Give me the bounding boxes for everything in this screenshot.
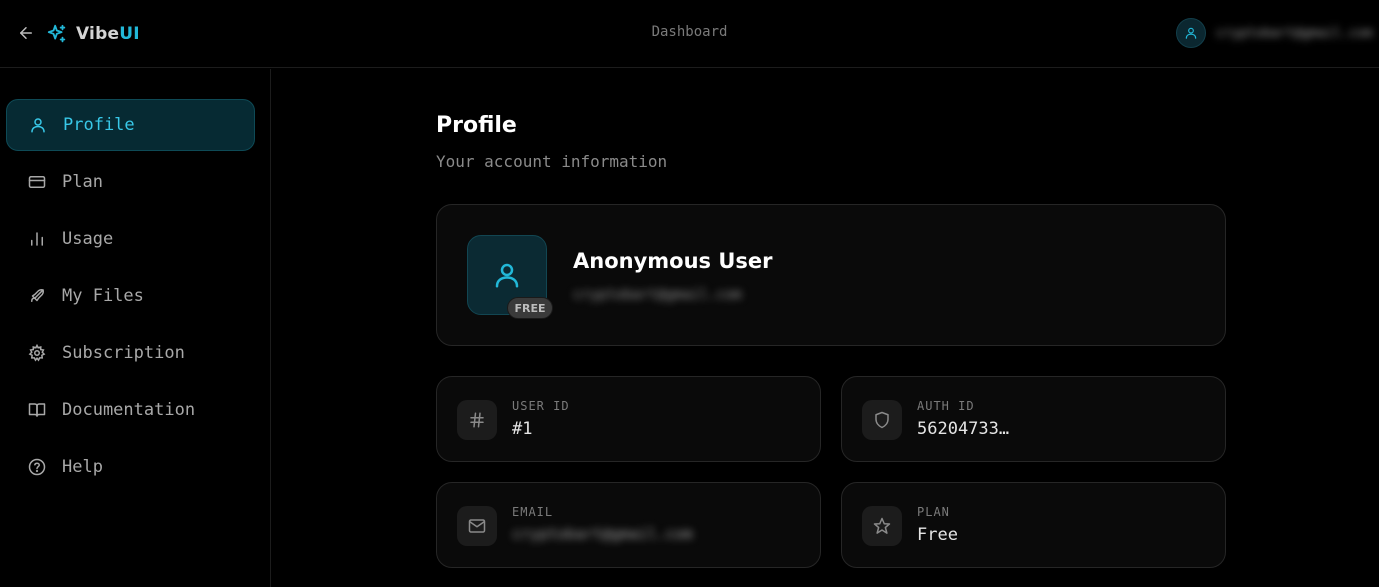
- info-label: EMAIL: [512, 505, 554, 519]
- bar-chart-icon: [28, 230, 46, 248]
- sidebar-item-label: Documentation: [62, 400, 196, 420]
- sidebar-item-label: Profile: [63, 115, 135, 135]
- sidebar-item-label: Usage: [62, 229, 114, 249]
- header-user-email: cryptobart@gmail.com: [1216, 25, 1373, 41]
- rocket-icon: [28, 287, 46, 305]
- info-label: PLAN: [917, 505, 950, 519]
- sidebar-item-help[interactable]: Help: [6, 441, 255, 493]
- user-icon: [29, 116, 47, 134]
- book-icon: [28, 401, 46, 419]
- sidebar-item-label: Plan: [62, 172, 103, 192]
- info-label: AUTH ID: [917, 399, 975, 413]
- email-card: EMAIL cryptobart@gmail.com: [436, 482, 821, 568]
- help-circle-icon: [28, 458, 46, 476]
- page-subtitle: Your account information: [436, 152, 668, 171]
- hash-icon: [457, 400, 497, 440]
- email-value: cryptobart@gmail.com: [512, 525, 693, 543]
- sidebar-item-label: Help: [62, 457, 103, 477]
- sidebar-item-label: My Files: [62, 286, 144, 306]
- info-label: USER ID: [512, 399, 570, 413]
- sidebar-item-profile[interactable]: Profile: [6, 99, 255, 151]
- page-title: Profile: [436, 113, 517, 138]
- user-icon: [495, 263, 519, 288]
- user-menu[interactable]: cryptobart@gmail.com: [1176, 18, 1373, 48]
- gear-icon: [28, 344, 46, 362]
- sidebar-item-usage[interactable]: Usage: [6, 213, 255, 265]
- sidebar-item-documentation[interactable]: Documentation: [6, 384, 255, 436]
- sidebar-item-label: Subscription: [62, 343, 185, 363]
- plan-value: Free: [917, 525, 958, 545]
- sidebar-item-my-files[interactable]: My Files: [6, 270, 255, 322]
- user-icon: [1185, 27, 1197, 39]
- user-name: Anonymous User: [573, 249, 773, 273]
- user-id-card: USER ID #1: [436, 376, 821, 462]
- top-bar: VibeUI Dashboard cryptobart@gmail.com: [0, 0, 1379, 68]
- auth-id-value: 56204733…: [917, 419, 1010, 439]
- sidebar-item-plan[interactable]: Plan: [6, 156, 255, 208]
- auth-id-card: AUTH ID 56204733…: [841, 376, 1226, 462]
- profile-card: FREE Anonymous User cryptobart@gmail.com: [436, 204, 1226, 346]
- header-title: Dashboard: [651, 24, 728, 40]
- star-icon: [862, 506, 902, 546]
- sidebar: Profile Plan Usage My Files Subscription…: [0, 69, 271, 587]
- plan-card: PLAN Free: [841, 482, 1226, 568]
- shield-icon: [862, 400, 902, 440]
- user-email: cryptobart@gmail.com: [573, 287, 742, 303]
- sidebar-item-subscription[interactable]: Subscription: [6, 327, 255, 379]
- main-content: Profile Your account information FREE An…: [272, 69, 1379, 587]
- avatar[interactable]: [1176, 18, 1206, 48]
- user-id-value: #1: [512, 419, 533, 439]
- credit-card-icon: [28, 173, 46, 191]
- plan-badge: FREE: [507, 297, 553, 319]
- mail-icon: [457, 506, 497, 546]
